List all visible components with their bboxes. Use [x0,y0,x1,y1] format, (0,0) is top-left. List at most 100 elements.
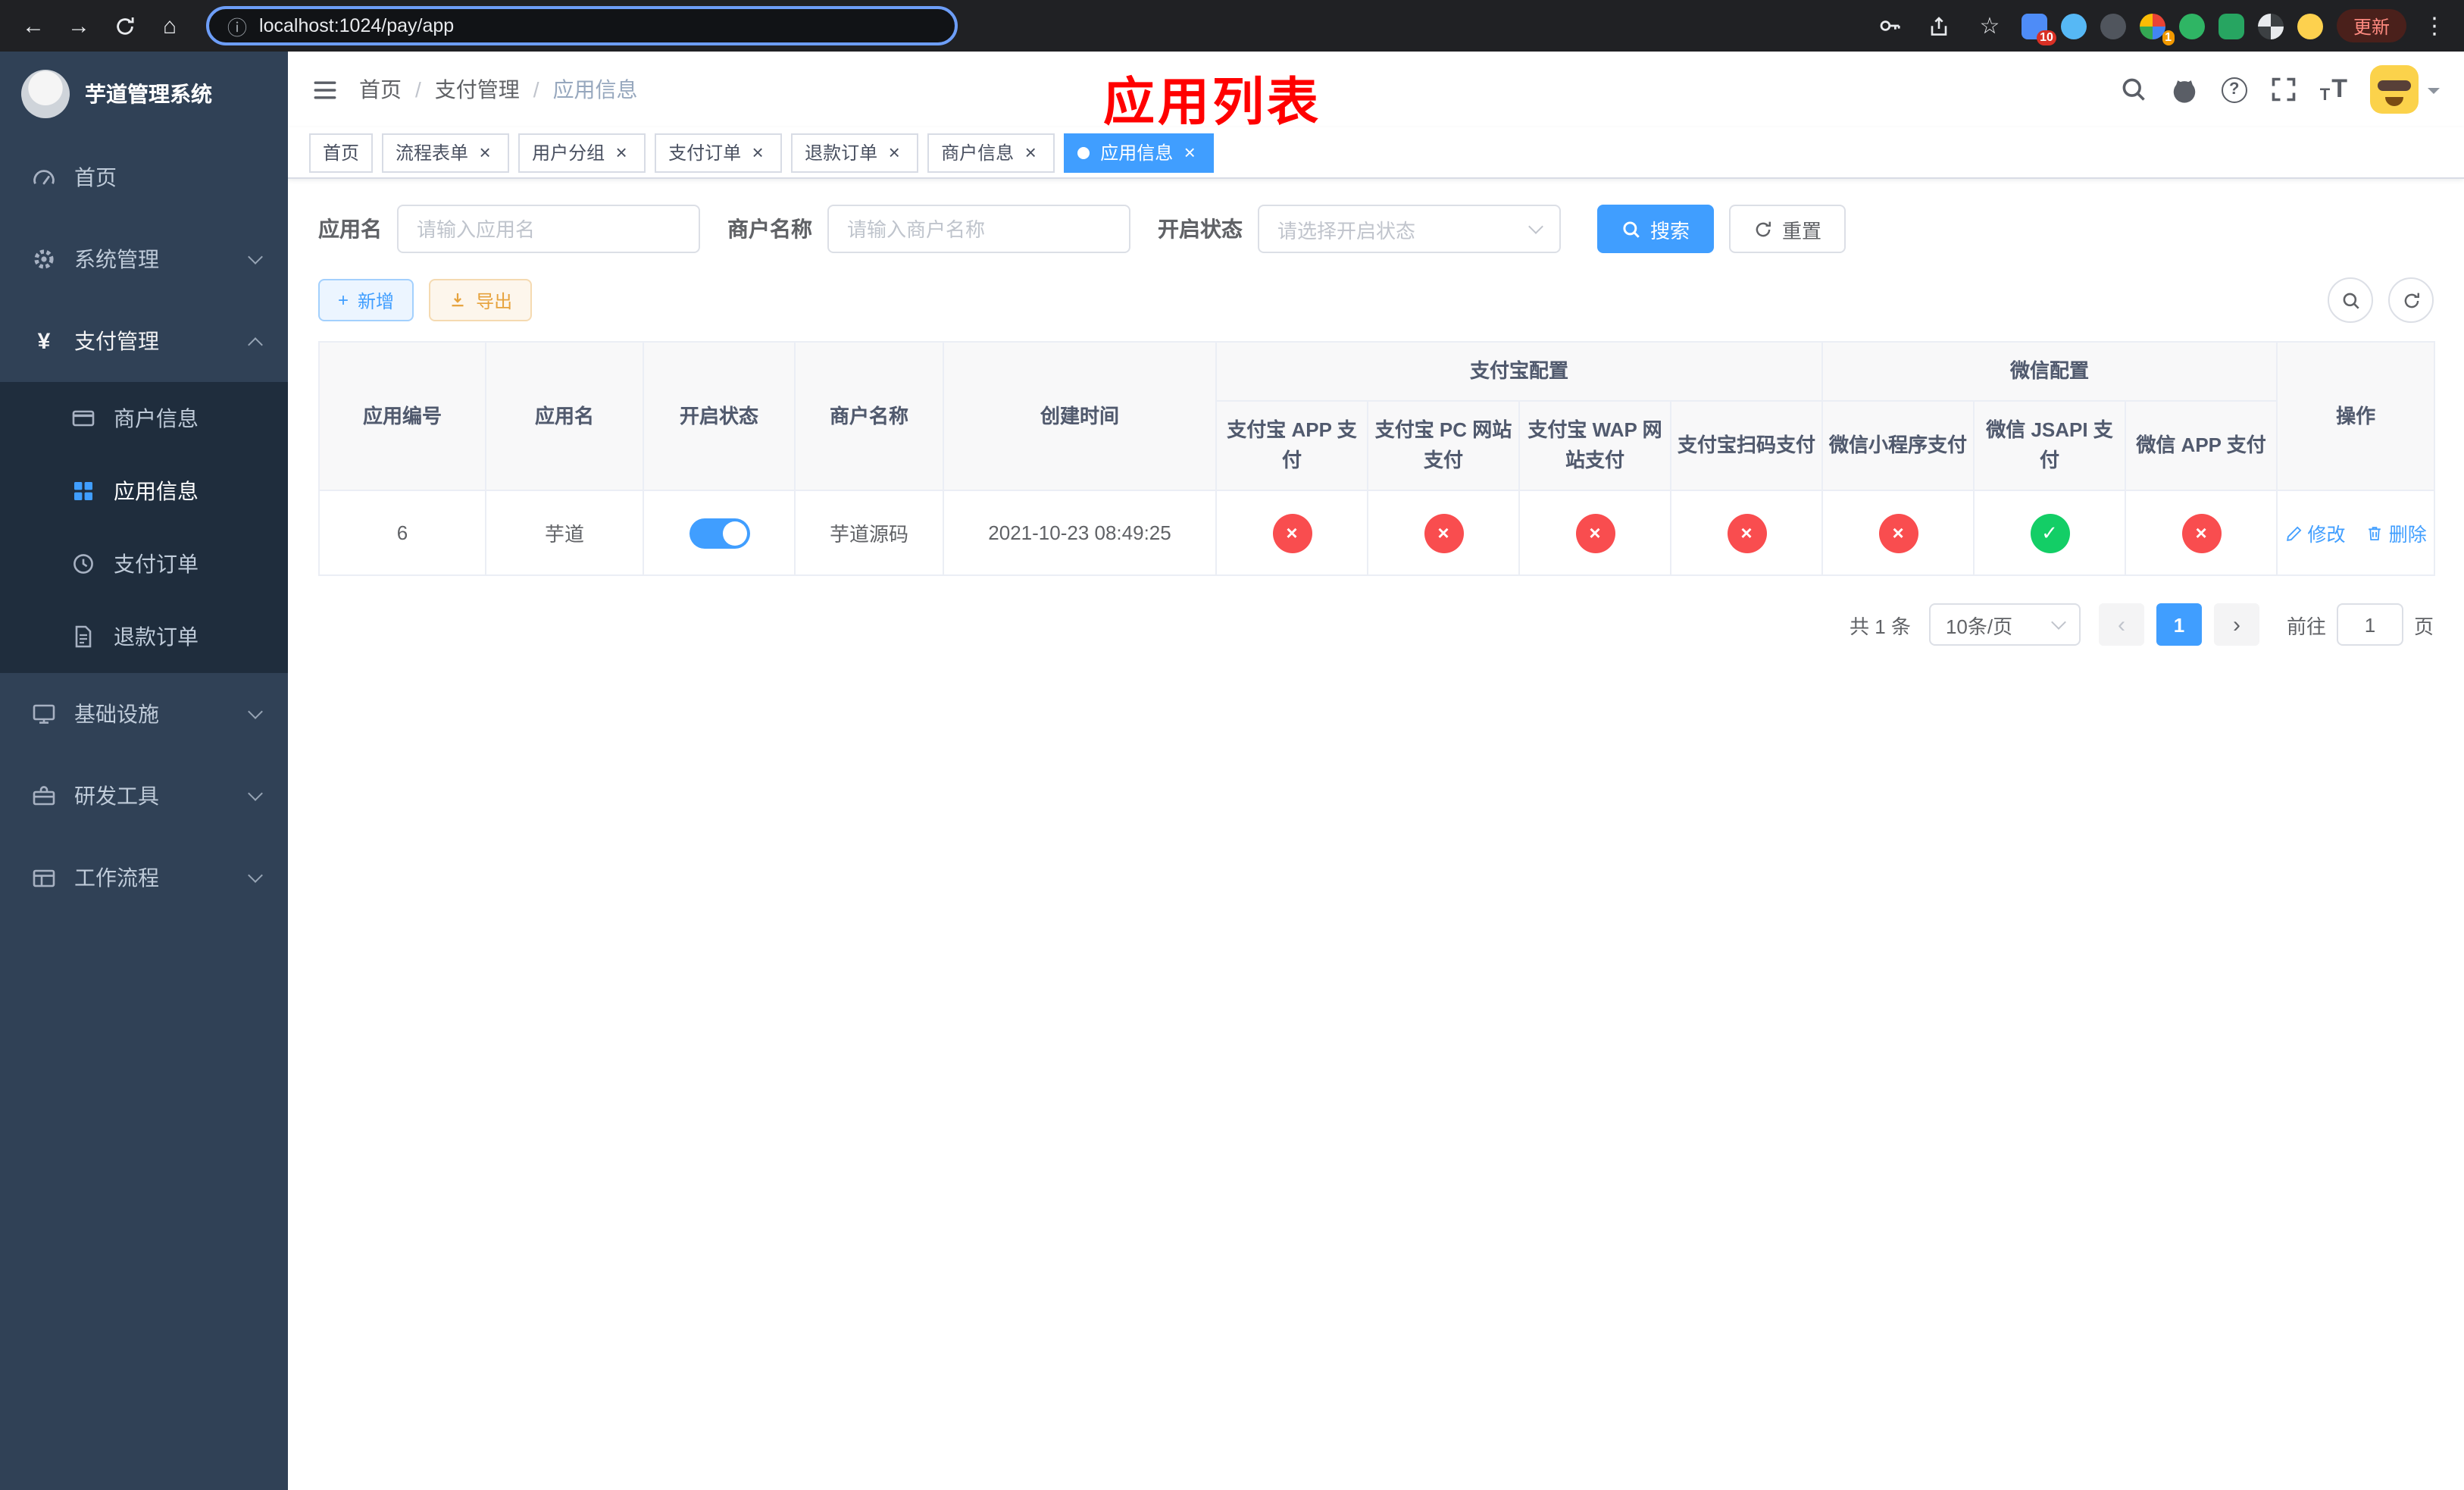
avatar[interactable] [2370,65,2419,114]
bookmark-star-icon[interactable]: ☆ [1972,8,2008,44]
col-actions: 操作 [2276,340,2436,492]
breadcrumb-separator: / [415,77,421,102]
sidebar-item-refund-orders[interactable]: 退款订单 [0,600,288,673]
tab-user-group[interactable]: 用户分组 × [518,133,646,172]
help-icon[interactable]: ? [2221,77,2247,102]
tab-pay-orders[interactable]: 支付订单 × [655,133,783,172]
status-select[interactable]: 请选择开启状态 [1258,205,1561,253]
search-icon[interactable] [2120,76,2147,103]
user-menu[interactable] [2370,65,2440,114]
extension-icon[interactable] [2100,13,2126,39]
breadcrumb-current: 应用信息 [552,77,638,102]
tags-view: 首页 流程表单 × 用户分组 × 支付订单 × 退款订单 × 商户信息 × 应用… [288,127,2464,179]
sidebar-item-label: 应用信息 [114,479,199,503]
reload-icon[interactable] [106,8,142,44]
sidebar-item-infrastructure[interactable]: 基础设施 [0,673,288,755]
sidebar-collapse-icon[interactable] [312,77,338,102]
page-title-annotation: 应用列表 [1103,74,1321,132]
fullscreen-icon[interactable] [2270,76,2297,103]
close-icon[interactable]: × [747,142,768,163]
cell-merchant: 芋道源码 [794,490,944,577]
page-size-select[interactable]: 10条/页 [1928,603,2081,646]
extension-icon[interactable] [2257,13,2284,39]
tab-process-form[interactable]: 流程表单 × [382,133,510,172]
col-alipay-qr: 支付宝扫码支付 [1669,400,1824,492]
sidebar-item-payment[interactable]: ¥ 支付管理 [0,300,288,382]
extension-icon[interactable]: 1 [2139,13,2175,45]
extension-icon[interactable]: 10 [2021,13,2056,45]
cell-actions: 修改 删除 [2276,490,2436,577]
breadcrumb-payment[interactable]: 支付管理 [435,74,520,105]
forward-icon[interactable]: → [61,8,97,44]
tab-app-info[interactable]: 应用信息 × [1064,133,1215,172]
close-icon[interactable]: × [883,142,905,163]
sidebar-item-label: 支付订单 [114,552,199,576]
goto-page-input[interactable] [2336,603,2403,646]
browser-menu-icon[interactable]: ⋮ [2420,12,2449,39]
font-size-icon[interactable]: TT [2320,74,2347,105]
tab-merchant-info[interactable]: 商户信息 × [927,133,1055,172]
add-button[interactable]: + 新增 [318,279,414,321]
address-bar[interactable]: ⓘ localhost:1024/pay/app [206,6,958,45]
export-button[interactable]: 导出 [429,279,533,321]
chrome-update-button[interactable]: 更新 [2336,9,2406,42]
close-icon[interactable]: × [474,142,496,163]
sidebar-logo-row[interactable]: 芋道管理系统 [0,52,288,136]
github-icon[interactable] [2170,75,2199,104]
sidebar-item-workflow[interactable]: 工作流程 [0,837,288,919]
close-icon[interactable]: × [1179,142,1200,163]
home-icon[interactable]: ⌂ [152,8,188,44]
content: 应用名 商户名称 开启状态 请选择开启状态 搜索 重置 [288,179,2464,1490]
app-name-input[interactable] [397,205,700,253]
prev-page-button[interactable]: ‹ [2098,603,2144,646]
reset-button[interactable]: 重置 [1729,205,1846,253]
sidebar-item-label: 退款订单 [114,624,199,649]
browser-toolbar: ← → ⌂ ⓘ localhost:1024/pay/app ☆ 10 1 更新… [0,0,2464,52]
tab-home[interactable]: 首页 [309,133,374,172]
site-info-icon[interactable]: ⓘ [227,11,247,40]
extension-icon[interactable] [2178,13,2205,39]
refresh-icon[interactable] [2388,277,2434,323]
disabled-status-icon: × [1727,513,1766,553]
tab-label: 首页 [323,142,360,164]
status-toggle[interactable] [689,518,749,549]
col-group-wechat: 微信配置 [1821,340,2278,402]
goto-prefix: 前往 [2286,615,2326,638]
sidebar-item-dev-tools[interactable]: 研发工具 [0,755,288,837]
goto-suffix: 页 [2413,615,2434,638]
share-icon[interactable] [1921,8,1958,44]
sidebar-item-home[interactable]: 首页 [0,136,288,218]
extension-icon[interactable] [2297,13,2323,39]
merchant-name-label: 商户名称 [727,217,812,241]
sidebar-item-system[interactable]: 系统管理 [0,218,288,300]
edit-link[interactable]: 修改 [2284,519,2345,548]
sidebar-item-pay-orders[interactable]: 支付订单 [0,527,288,600]
col-status: 开启状态 [643,340,796,492]
chevron-down-icon [1528,219,1543,234]
main-area: 首页 / 支付管理 / 应用信息 应用列表 ? T T 首页 流程表单 × 用户… [288,52,2464,1490]
gear-icon [30,247,58,271]
search-button[interactable]: 搜索 [1597,205,1715,253]
grid-icon [70,479,97,503]
cell-status [643,490,796,577]
tab-refund-orders[interactable]: 退款订单 × [791,133,919,172]
page-number-button[interactable]: 1 [2156,603,2202,646]
extension-icon[interactable] [2218,13,2244,39]
caret-down-icon [2428,88,2440,100]
disabled-status-icon: × [1575,513,1615,553]
close-icon[interactable]: × [1020,142,1041,163]
sidebar-item-merchant-info[interactable]: 商户信息 [0,382,288,455]
toolbox-icon [30,784,58,808]
close-icon[interactable]: × [611,142,632,163]
next-page-button[interactable]: › [2213,603,2259,646]
table-header-group-row: 应用编号 应用名 开启状态 商户名称 创建时间 支付宝配置 微信配置 操作 [318,340,2436,492]
pagination: 共 1 条 10条/页 ‹ 1 › 前往 页 [318,603,2434,646]
breadcrumb-home[interactable]: 首页 [359,74,402,105]
password-key-icon[interactable] [1871,8,1908,44]
toggle-search-icon[interactable] [2328,277,2373,323]
merchant-name-input[interactable] [827,205,1130,253]
extension-icon[interactable] [2060,13,2087,39]
delete-link[interactable]: 删除 [2366,519,2427,548]
sidebar-item-app-info[interactable]: 应用信息 [0,455,288,527]
back-icon[interactable]: ← [15,8,52,44]
